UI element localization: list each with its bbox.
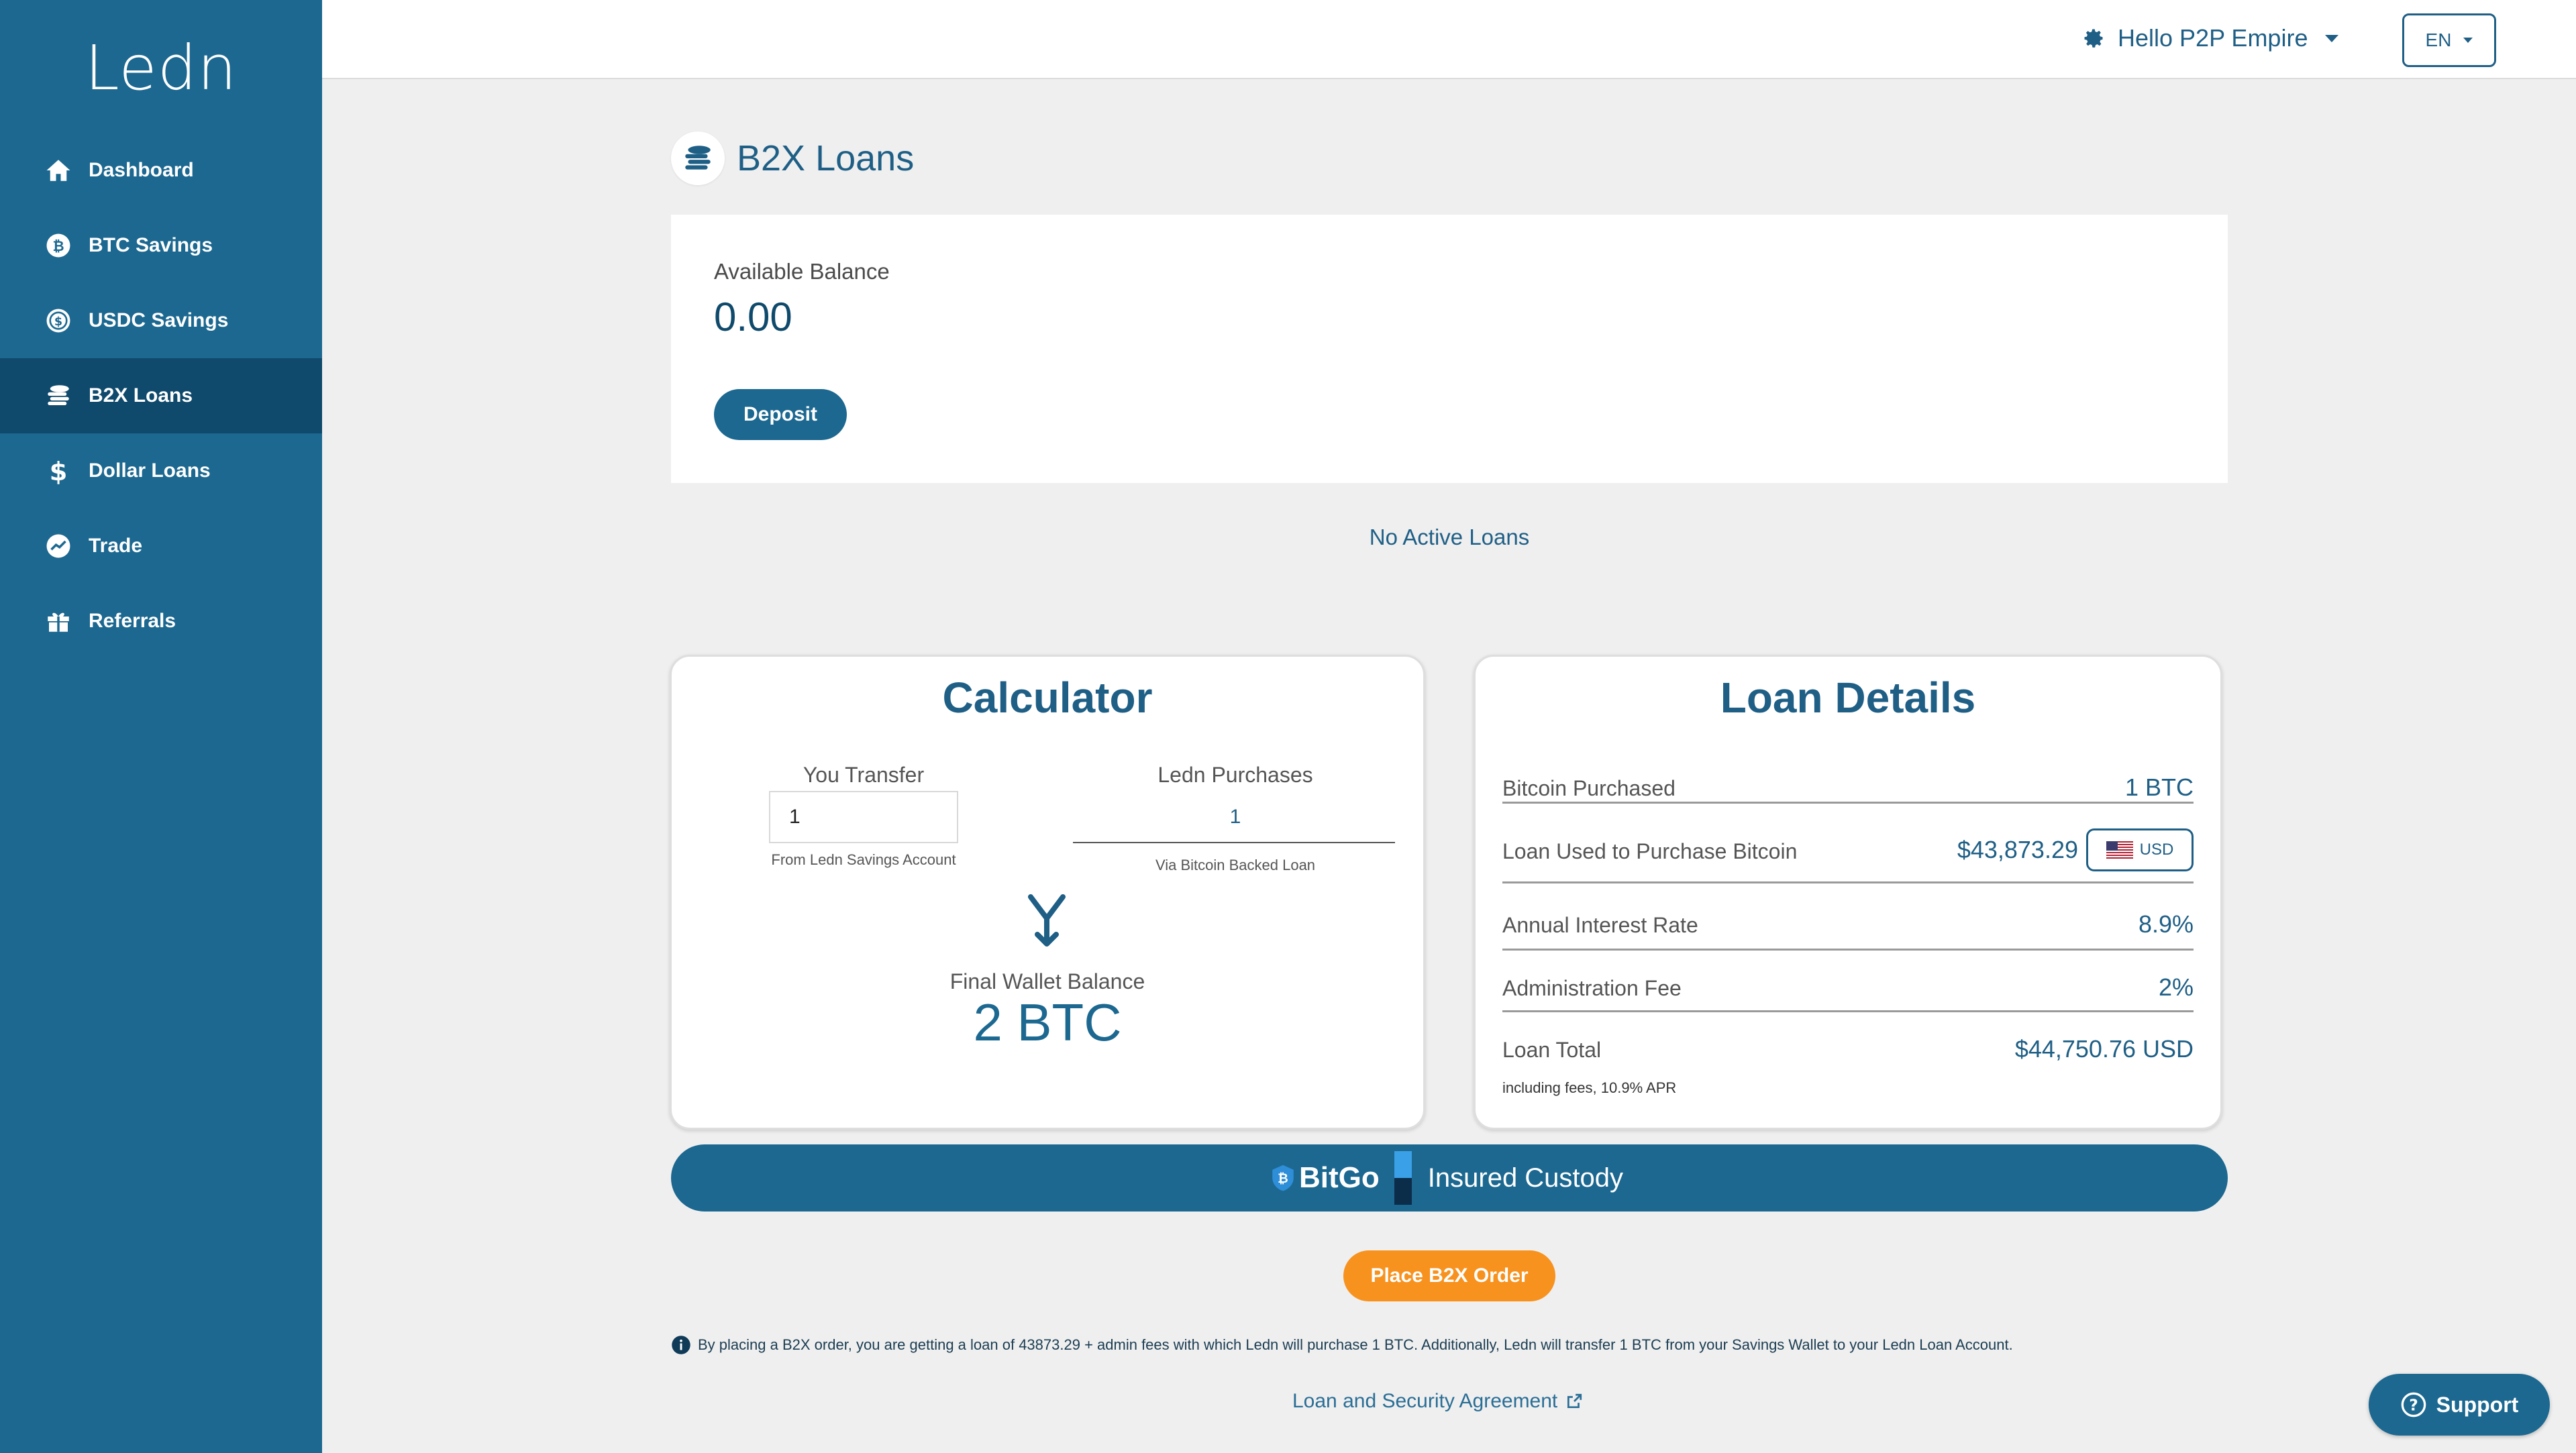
coins-icon — [44, 382, 72, 410]
balance-value: 0.00 — [714, 294, 792, 339]
transfer-note: From Ledn Savings Account — [771, 851, 956, 868]
gift-icon — [44, 607, 72, 635]
insured-custody-text: Insured Custody — [1427, 1163, 1624, 1193]
balance-label: Available Balance — [714, 259, 890, 284]
svg-text:₿: ₿ — [1278, 1171, 1288, 1186]
loan-row-value-group: $43,873.29 USD — [1957, 828, 2194, 871]
ledn-purchases-label: Ledn Purchases — [1157, 763, 1313, 787]
merge-arrow-icon — [1028, 894, 1066, 947]
loan-agreement-link[interactable]: Loan and Security Agreement — [1292, 1390, 1583, 1413]
loan-details-title: Loan Details — [1720, 674, 1976, 722]
trend-icon — [44, 532, 72, 560]
sidebar-item-usdc-savings[interactable]: $ USDC Savings — [0, 283, 322, 358]
place-b2x-order-button[interactable]: Place B2X Order — [1343, 1250, 1555, 1301]
transfer-amount-input[interactable] — [769, 791, 958, 843]
loan-row-value: 8.9% — [2138, 910, 2194, 938]
you-transfer-label: You Transfer — [803, 763, 925, 787]
help-icon: ? — [2401, 1392, 2426, 1417]
loan-total-subtext: including fees, 10.9% APR — [1502, 1079, 1677, 1096]
loan-row-interest-rate: Annual Interest Rate 8.9% — [1502, 897, 2194, 951]
bitgo-shield-icon: ₿ — [1272, 1165, 1294, 1191]
no-active-loans-text: No Active Loans — [1369, 525, 1530, 549]
home-icon — [44, 156, 72, 184]
order-disclaimer: By placing a B2X order, you are getting … — [671, 1335, 2013, 1355]
currency-select[interactable]: USD — [2086, 828, 2194, 871]
loan-row-value: $43,873.29 — [1957, 836, 2078, 863]
agreement-link-text: Loan and Security Agreement — [1292, 1390, 1558, 1412]
language-value: EN — [2425, 30, 2452, 50]
loan-row-admin-fee: Administration Fee 2% — [1502, 964, 2194, 1012]
svg-text:₿: ₿ — [52, 238, 64, 254]
bitcoin-icon: ₿ — [44, 231, 72, 260]
currency-value: USD — [2139, 841, 2174, 859]
loan-row-loan-total: Loan Total $44,750.76 USD — [1502, 1026, 2194, 1073]
loan-row-label: Annual Interest Rate — [1502, 913, 1698, 937]
sidebar-item-label: USDC Savings — [89, 309, 229, 331]
loan-row-label: Loan Total — [1502, 1038, 1602, 1062]
top-header: Hello P2P Empire EN — [322, 0, 2576, 79]
svg-text:$: $ — [50, 457, 68, 485]
info-icon — [672, 1336, 690, 1354]
user-greeting: Hello P2P Empire — [2118, 24, 2308, 52]
loan-row-bitcoin-purchased: Bitcoin Purchased 1 BTC — [1502, 773, 2194, 804]
dollar-icon: $ — [44, 457, 72, 485]
sidebar-item-dashboard[interactable]: Dashboard — [0, 133, 322, 208]
calculator-card: Calculator You Transfer From Ledn Saving… — [670, 655, 1425, 1130]
loan-row-value: 1 BTC — [2124, 773, 2194, 801]
sidebar-item-label: Trade — [89, 535, 143, 557]
loan-row-value: 2% — [2158, 973, 2194, 1001]
sidebar-item-dollar-loans[interactable]: $ Dollar Loans — [0, 433, 322, 508]
sidebar-item-btc-savings[interactable]: ₿ BTC Savings — [0, 208, 322, 283]
user-menu[interactable]: Hello P2P Empire — [2081, 24, 2339, 52]
chevron-down-icon — [2463, 38, 2473, 43]
sidebar-item-label: Dashboard — [89, 159, 194, 181]
final-balance-value: 2 BTC — [973, 993, 1122, 1052]
loan-row-value: $44,750.76 USD — [2014, 1035, 2194, 1063]
sidebar-item-trade[interactable]: Trade — [0, 508, 322, 584]
sidebar-item-label: Referrals — [89, 610, 176, 632]
svg-text:$: $ — [54, 315, 62, 329]
loan-row-label: Loan Used to Purchase Bitcoin — [1502, 839, 1798, 863]
bitgo-brand: BitGo — [1299, 1161, 1380, 1194]
sidebar-item-label: B2X Loans — [89, 384, 193, 407]
svg-text:?: ? — [2409, 1395, 2418, 1414]
loan-row-label: Administration Fee — [1502, 976, 1682, 1000]
loan-details-card: Loan Details Bitcoin Purchased 1 BTC Loa… — [1474, 655, 2222, 1130]
sidebar-nav: Dashboard ₿ BTC Savings $ USDC Savings B… — [0, 133, 322, 659]
usdc-icon: $ — [44, 307, 72, 335]
purchase-amount-value: 1 — [1229, 806, 1241, 828]
loan-row-label: Bitcoin Purchased — [1502, 776, 1676, 800]
coins-icon — [671, 131, 725, 185]
us-flag-icon — [2106, 841, 2133, 859]
deposit-button[interactable]: Deposit — [714, 389, 847, 440]
custody-content: ₿ BitGo Insured Custody — [1271, 1151, 1623, 1205]
page-title: B2X Loans — [737, 138, 915, 178]
sidebar-item-label: Dollar Loans — [89, 460, 211, 482]
ledn-logo[interactable]: Ledn — [0, 32, 322, 104]
language-select[interactable]: EN — [2402, 13, 2496, 67]
external-link-icon — [1567, 1393, 1582, 1409]
sidebar: Ledn Dashboard ₿ BTC Savings $ USDC Savi… — [0, 0, 322, 1453]
sidebar-item-referrals[interactable]: Referrals — [0, 584, 322, 659]
disclaimer-text: By placing a B2X order, you are getting … — [698, 1336, 2013, 1353]
balance-card: Available Balance 0.00 Deposit — [671, 215, 2228, 483]
loan-row-loan-used: Loan Used to Purchase Bitcoin $43,873.29… — [1502, 823, 2194, 883]
calculator-title: Calculator — [942, 674, 1153, 722]
sidebar-item-b2x-loans[interactable]: B2X Loans — [0, 358, 322, 433]
support-label: Support — [2436, 1392, 2519, 1417]
page-header: B2X Loans — [671, 131, 914, 185]
gear-icon — [2084, 29, 2103, 48]
custody-banner: ₿ BitGo Insured Custody — [671, 1144, 2228, 1212]
chevron-down-icon — [2325, 34, 2339, 42]
purchase-note: Via Bitcoin Backed Loan — [1155, 857, 1316, 873]
custody-bar-icon — [1394, 1151, 1412, 1205]
support-button[interactable]: ? Support — [2369, 1374, 2550, 1436]
final-balance-label: Final Wallet Balance — [949, 969, 1145, 993]
purchase-underline — [1073, 842, 1395, 843]
sidebar-item-label: BTC Savings — [89, 234, 213, 256]
